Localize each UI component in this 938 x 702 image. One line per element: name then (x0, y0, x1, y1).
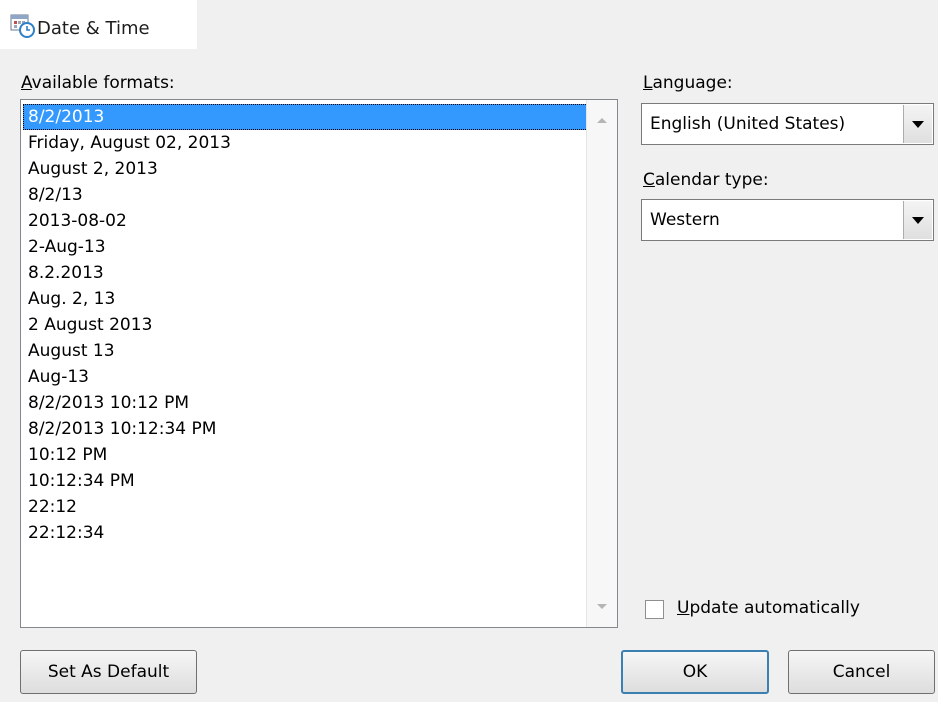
set-as-default-label: Set As Default (47, 662, 170, 682)
format-list-item[interactable]: 8/2/13 (23, 182, 590, 208)
language-dropdown[interactable]: English (United States) (641, 103, 934, 145)
available-formats-label: Available formats: (21, 73, 175, 93)
calendar-type-dropdown[interactable]: Western (641, 199, 934, 241)
format-list-item[interactable]: 22:12:34 (23, 520, 590, 546)
format-list-item[interactable]: August 13 (23, 338, 590, 364)
format-list-item[interactable]: August 2, 2013 (23, 156, 590, 182)
scroll-up-arrow-icon[interactable] (597, 118, 607, 123)
chevron-down-icon (912, 217, 924, 224)
ok-label: OK (682, 662, 708, 682)
dialog-title: Date & Time (37, 18, 150, 39)
calendar-type-value: Western (650, 210, 720, 230)
format-list-item[interactable]: 2 August 2013 (23, 312, 590, 338)
format-list-item[interactable]: Aug-13 (23, 364, 590, 390)
available-formats-list[interactable]: 8/2/2013 Friday, August 02, 2013 August 2,… (20, 99, 618, 628)
language-value: English (United States) (650, 114, 846, 134)
calendar-clock-icon (10, 14, 35, 38)
format-list-item[interactable]: 10:12:34 PM (23, 468, 590, 494)
cancel-button[interactable]: Cancel (788, 650, 935, 694)
scroll-down-arrow-icon[interactable] (597, 604, 607, 609)
dialog-title-tab: Date & Time (0, 0, 197, 49)
calendar-type-label: Calendar type: (643, 170, 769, 190)
update-automatically-checkbox[interactable] (645, 600, 664, 619)
format-list-item[interactable]: 8/2/2013 (23, 104, 590, 130)
calendar-type-dropdown-button[interactable] (903, 201, 932, 239)
format-list-item[interactable]: 10:12 PM (23, 442, 590, 468)
format-list-item[interactable]: 22:12 (23, 494, 590, 520)
format-list-item[interactable]: 2013-08-02 (23, 208, 590, 234)
list-scrollbar[interactable] (586, 100, 617, 627)
ok-button[interactable]: OK (621, 650, 769, 694)
format-items: 8/2/2013 Friday, August 02, 2013 August 2,… (23, 104, 590, 546)
format-list-item[interactable]: 2-Aug-13 (23, 234, 590, 260)
update-automatically-label[interactable]: Update automatically (677, 598, 860, 618)
language-dropdown-button[interactable] (903, 105, 932, 143)
format-list-item[interactable]: 8.2.2013 (23, 260, 590, 286)
cancel-label: Cancel (832, 662, 891, 682)
format-list-item[interactable]: 8/2/2013 10:12:34 PM (23, 416, 590, 442)
set-as-default-button[interactable]: Set As Default (20, 650, 197, 694)
format-list-item[interactable]: Friday, August 02, 2013 (23, 130, 590, 156)
format-list-item[interactable]: 8/2/2013 10:12 PM (23, 390, 590, 416)
language-label: Language: (643, 73, 733, 93)
format-list-item[interactable]: Aug. 2, 13 (23, 286, 590, 312)
chevron-down-icon (912, 121, 924, 128)
